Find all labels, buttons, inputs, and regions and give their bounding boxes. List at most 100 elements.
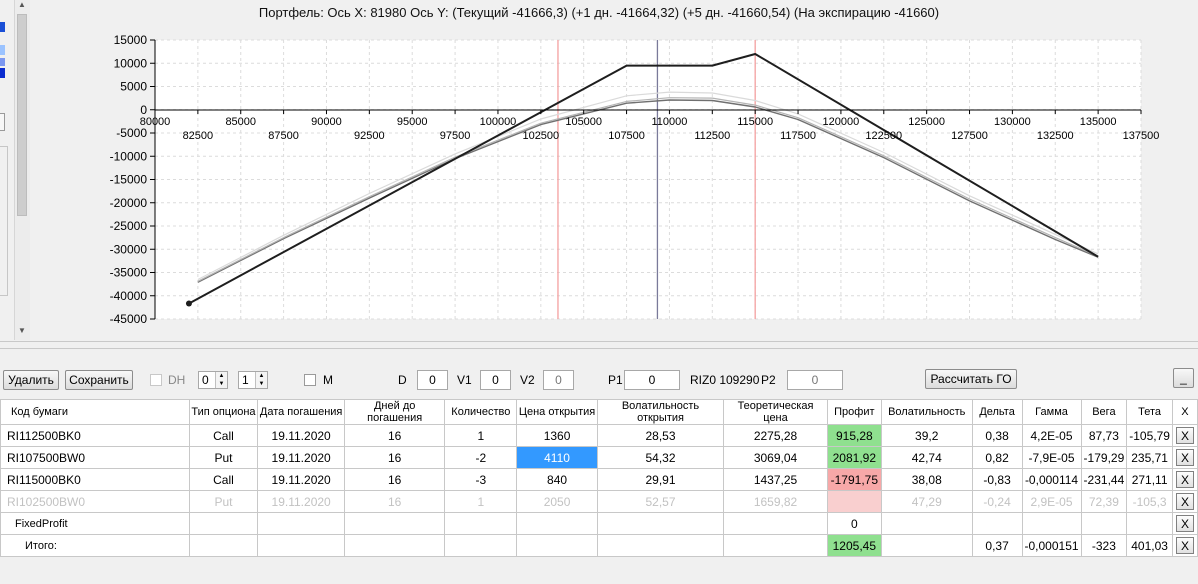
cell-delta[interactable]: 0,82 bbox=[971, 446, 1023, 469]
cell-quantity[interactable]: 1 bbox=[444, 490, 518, 513]
cell-expiry[interactable]: 19.11.2020 bbox=[257, 468, 345, 491]
cell-days[interactable]: 16 bbox=[343, 424, 446, 447]
cell-open-volatility[interactable]: 52,57 bbox=[596, 490, 725, 513]
cell-theoretical-price[interactable]: 1659,82 bbox=[723, 490, 828, 513]
cell-open-volatility[interactable]: 54,32 bbox=[596, 446, 725, 469]
cell-open-price[interactable]: 840 bbox=[516, 468, 598, 491]
col-header-delta[interactable]: Дельта bbox=[971, 399, 1023, 425]
spinner-down-icon[interactable]: ▼ bbox=[215, 380, 227, 388]
save-button[interactable]: Сохранить bbox=[65, 370, 133, 390]
spinner-2[interactable]: 1 ▲ ▼ bbox=[238, 371, 268, 389]
cell-theta[interactable]: 235,71 bbox=[1126, 446, 1173, 469]
remove-row-button[interactable]: X bbox=[1175, 427, 1194, 444]
cell-code[interactable]: RI102500BW0 bbox=[0, 490, 190, 513]
cell-code[interactable]: RI112500BK0 bbox=[0, 424, 190, 447]
cell-type[interactable]: Call bbox=[188, 468, 259, 491]
cell-days[interactable]: 16 bbox=[343, 468, 446, 491]
cell-type[interactable]: Put bbox=[188, 490, 259, 513]
col-header-volatility[interactable]: Волатильность bbox=[880, 399, 973, 425]
cell-gamma[interactable]: 2,9E-05 bbox=[1021, 490, 1082, 513]
splitter[interactable] bbox=[0, 341, 1198, 349]
p1-input[interactable]: 0 bbox=[624, 370, 680, 390]
cell-gamma[interactable]: -0,000114 bbox=[1021, 468, 1082, 491]
cell-open-volatility[interactable]: 29,91 bbox=[596, 468, 725, 491]
col-header-open-volatility[interactable]: Волатильность открытия bbox=[596, 399, 725, 425]
m-checkbox[interactable] bbox=[304, 374, 316, 386]
cell-theta[interactable]: -105,3 bbox=[1126, 490, 1173, 513]
col-header-theoretical-price[interactable]: Теоретическая цена bbox=[723, 399, 828, 425]
minimize-button[interactable]: _ bbox=[1173, 368, 1194, 388]
cell-days[interactable]: 16 bbox=[343, 446, 446, 469]
cell-vega[interactable]: -179,29 bbox=[1080, 446, 1128, 469]
col-header-open-price[interactable]: Цена открытия bbox=[516, 399, 598, 425]
remove-row-button[interactable]: X bbox=[1175, 493, 1194, 510]
cell-vega[interactable]: 72,39 bbox=[1080, 490, 1128, 513]
spinner-up-icon[interactable]: ▲ bbox=[215, 372, 227, 380]
col-header-theta[interactable]: Тета bbox=[1126, 399, 1173, 425]
col-header-quantity[interactable]: Количество bbox=[444, 399, 518, 425]
col-header-type[interactable]: Тип опциона bbox=[188, 399, 259, 425]
cell-type[interactable]: Put bbox=[188, 446, 259, 469]
cell-vega[interactable]: 87,73 bbox=[1080, 424, 1128, 447]
v2-input[interactable]: 0 bbox=[543, 370, 574, 390]
remove-row-button[interactable]: X bbox=[1175, 449, 1194, 466]
cell-quantity[interactable]: -3 bbox=[444, 468, 518, 491]
cell-gamma[interactable]: -7,9E-05 bbox=[1021, 446, 1082, 469]
col-header-days[interactable]: Дней до погашения bbox=[343, 399, 446, 425]
cell-volatility[interactable]: 47,29 bbox=[880, 490, 973, 513]
cell-theoretical-price[interactable]: 3069,04 bbox=[723, 446, 828, 469]
cell-expiry[interactable]: 19.11.2020 bbox=[257, 424, 345, 447]
cell-profit[interactable]: 2081,92 bbox=[826, 446, 882, 469]
table-row[interactable]: RI115000BK0 Call 19.11.2020 16 -3 840 29… bbox=[0, 468, 1198, 491]
cell-expiry[interactable]: 19.11.2020 bbox=[257, 446, 345, 469]
cell-volatility[interactable]: 42,74 bbox=[880, 446, 973, 469]
cell-open-price[interactable]: 1360 bbox=[516, 424, 598, 447]
cell-theta[interactable]: 271,11 bbox=[1126, 468, 1173, 491]
cell-type[interactable]: Call bbox=[188, 424, 259, 447]
spinner-1[interactable]: 0 ▲ ▼ bbox=[198, 371, 228, 389]
dh-checkbox[interactable] bbox=[150, 374, 162, 386]
cell-open-price[interactable]: 2050 bbox=[516, 490, 598, 513]
table-row[interactable]: RI107500BW0 Put 19.11.2020 16 -2 4110 54… bbox=[0, 446, 1198, 469]
col-header-remove[interactable]: X bbox=[1171, 399, 1198, 425]
col-header-code[interactable]: Код бумаги bbox=[0, 399, 190, 425]
cell-theta[interactable]: -105,79 bbox=[1126, 424, 1173, 447]
cell-gamma[interactable]: 4,2E-05 bbox=[1021, 424, 1082, 447]
cell-expiry[interactable]: 19.11.2020 bbox=[257, 490, 345, 513]
cell-days[interactable]: 16 bbox=[343, 490, 446, 513]
cell-quantity[interactable]: -2 bbox=[444, 446, 518, 469]
cell-delta[interactable]: 0,38 bbox=[971, 424, 1023, 447]
spinner-up-icon[interactable]: ▲ bbox=[255, 372, 267, 380]
cell-vega[interactable]: -231,44 bbox=[1080, 468, 1128, 491]
cell-volatility[interactable]: 39,2 bbox=[880, 424, 973, 447]
spinner-down-icon[interactable]: ▼ bbox=[255, 380, 267, 388]
calculate-go-button[interactable]: Рассчитать ГО bbox=[925, 369, 1017, 389]
cell-profit[interactable]: -1791,75 bbox=[826, 468, 882, 491]
p2-input[interactable]: 0 bbox=[787, 370, 843, 390]
cell-theoretical-price[interactable]: 1437,25 bbox=[723, 468, 828, 491]
cell-delta[interactable]: -0,24 bbox=[971, 490, 1023, 513]
cell-quantity[interactable]: 1 bbox=[444, 424, 518, 447]
col-header-gamma[interactable]: Гамма bbox=[1021, 399, 1082, 425]
v1-input[interactable]: 0 bbox=[480, 370, 511, 390]
cell-profit[interactable] bbox=[826, 490, 882, 513]
remove-total-button[interactable]: X bbox=[1175, 537, 1194, 554]
fixed-profit-value[interactable]: 0 bbox=[826, 512, 882, 535]
table-row-disabled[interactable]: RI102500BW0 Put 19.11.2020 16 1 2050 52,… bbox=[0, 490, 1198, 513]
cell-profit[interactable]: 915,28 bbox=[826, 424, 882, 447]
cell-code[interactable]: RI107500BW0 bbox=[0, 446, 190, 469]
cell-code[interactable]: RI115000BK0 bbox=[0, 468, 190, 491]
cell-open-price-selected[interactable]: 4110 bbox=[516, 446, 598, 469]
col-header-expiry[interactable]: Дата погашения bbox=[257, 399, 345, 425]
cell-theoretical-price[interactable]: 2275,28 bbox=[723, 424, 828, 447]
table-row[interactable]: RI112500BK0 Call 19.11.2020 16 1 1360 28… bbox=[0, 424, 1198, 447]
cell-volatility[interactable]: 38,08 bbox=[880, 468, 973, 491]
delete-button[interactable]: Удалить bbox=[3, 370, 59, 390]
cell-open-volatility[interactable]: 28,53 bbox=[596, 424, 725, 447]
col-header-vega[interactable]: Вега bbox=[1080, 399, 1128, 425]
remove-row-button[interactable]: X bbox=[1175, 471, 1194, 488]
d-input[interactable]: 0 bbox=[417, 370, 448, 390]
remove-fixed-profit-button[interactable]: X bbox=[1175, 515, 1194, 532]
col-header-profit[interactable]: Профит bbox=[826, 399, 882, 425]
cell-delta[interactable]: -0,83 bbox=[971, 468, 1023, 491]
